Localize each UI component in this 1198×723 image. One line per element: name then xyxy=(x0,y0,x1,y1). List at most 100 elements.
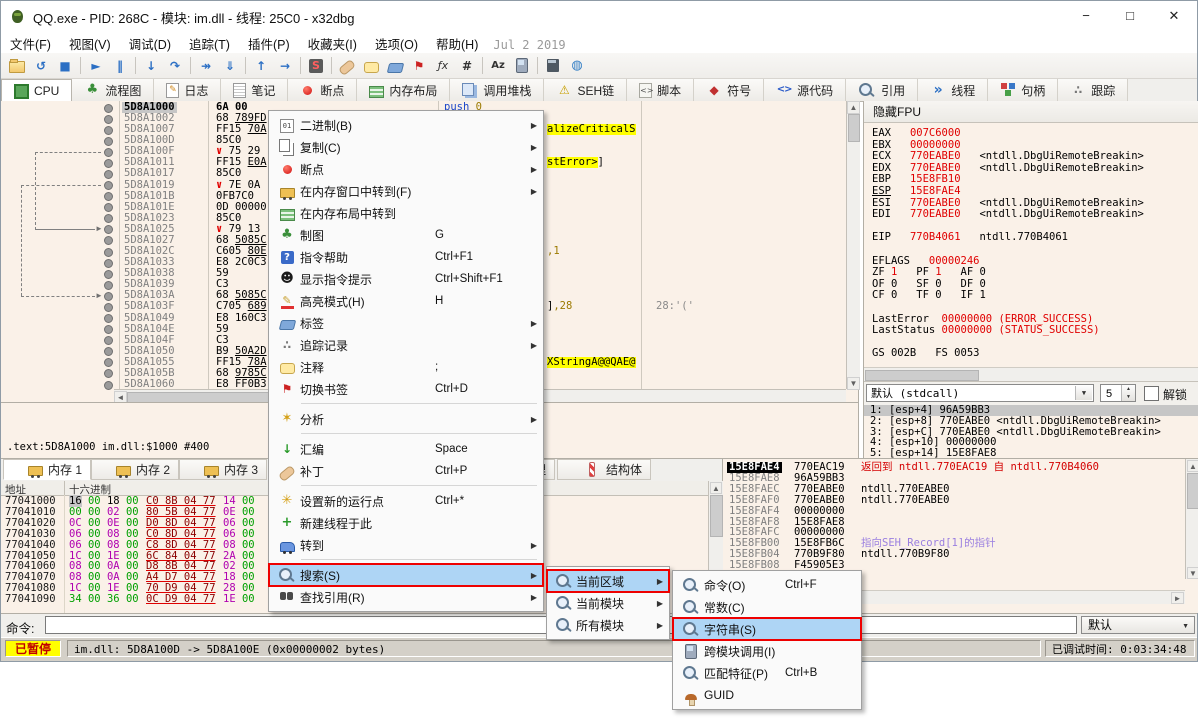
tab-符号[interactable]: ◆符号 xyxy=(694,79,764,101)
breakpoint-gutter-dot[interactable] xyxy=(104,115,113,124)
context-menu-item-新建线程于此[interactable]: +新建线程于此 xyxy=(269,512,543,534)
tab-断点[interactable]: 断点 xyxy=(288,79,357,101)
title-bar[interactable]: QQ.exe - PID: 268C - 模块: im.dll - 线程: 25… xyxy=(1,1,1197,31)
fx-button[interactable]: ƒx xyxy=(431,55,455,77)
az-button[interactable]: Az xyxy=(486,55,510,77)
breakpoint-gutter-dot[interactable] xyxy=(104,170,113,179)
stack-row[interactable]: 15E8FAEC770EABE0ntdll.770EABE0 xyxy=(723,484,1185,495)
arg-count-stepper[interactable]: 5 ▲▼ xyxy=(1100,384,1136,402)
calculator-button[interactable] xyxy=(541,55,565,77)
scylla-button[interactable]: S xyxy=(304,55,328,77)
context-menu-item-复制C[interactable]: 复制(C)▶ xyxy=(269,136,543,158)
scope-submenu-item-当前模块[interactable]: 当前模块▶ xyxy=(547,592,669,614)
scroll-up-icon[interactable]: ▲ xyxy=(847,101,860,114)
patch-button[interactable] xyxy=(335,55,359,77)
execute-till-return-button[interactable]: ↠ xyxy=(194,55,218,77)
stepper-arrows-icon[interactable]: ▲▼ xyxy=(1121,385,1135,401)
context-menu-item-在内存窗口中转到F[interactable]: 在内存窗口中转到(F)▶ xyxy=(269,180,543,202)
scope-submenu-item-当前区域[interactable]: 当前区域▶ xyxy=(547,570,669,592)
search-submenu-item-字符串S[interactable]: 字符串(S) xyxy=(673,618,861,640)
scroll-down-icon[interactable]: ▼ xyxy=(1187,567,1198,579)
stack-row[interactable]: 15E8FB04770B9F80ntdll.770B9F80 xyxy=(723,549,1185,560)
scroll-up-icon[interactable]: ▲ xyxy=(710,482,722,494)
breakpoint-gutter-dot[interactable] xyxy=(104,159,113,168)
command-history-select[interactable]: 默认 ▼ xyxy=(1081,616,1195,634)
context-menu-item-标签[interactable]: 标签▶ xyxy=(269,312,543,334)
search-submenu-item-跨模块调用I[interactable]: 跨模块调用(I) xyxy=(673,640,861,662)
phone-button[interactable] xyxy=(510,55,534,77)
memory-vscroll-thumb[interactable] xyxy=(710,495,723,537)
breakpoint-gutter-dot[interactable] xyxy=(104,270,113,279)
breakpoint-gutter-dot[interactable] xyxy=(104,259,113,268)
disasm-vscrollbar[interactable]: ▲ ▼ xyxy=(846,101,860,389)
comment-button[interactable] xyxy=(359,55,383,77)
pause-button[interactable]: ‖ xyxy=(108,55,132,77)
context-menu-item-转到[interactable]: 转到▶ xyxy=(269,534,543,556)
chevron-down-icon[interactable]: ▼ xyxy=(1075,386,1092,400)
hide-fpu-button[interactable]: 隐藏FPU xyxy=(864,101,1198,123)
scroll-down-icon[interactable]: ▼ xyxy=(847,377,860,390)
tab-调用堆栈[interactable]: 调用堆栈 xyxy=(450,79,544,101)
breakpoint-gutter-dot[interactable] xyxy=(104,126,113,135)
breakpoint-gutter-dot[interactable] xyxy=(104,181,113,190)
run-to-user-code-button[interactable]: ⇓ xyxy=(218,55,242,77)
tab-线程[interactable]: »线程 xyxy=(918,79,988,101)
registers-hscroll-thumb[interactable] xyxy=(865,370,979,381)
open-folder-button[interactable] xyxy=(5,55,29,77)
tab-内存布局[interactable]: 内存布局 xyxy=(357,79,450,101)
step-over-button[interactable]: ↷ xyxy=(163,55,187,77)
context-menu-item-显示指令提示[interactable]: ☻显示指令提示Ctrl+Shift+F1 xyxy=(269,268,543,290)
maximize-button[interactable]: □ xyxy=(1108,1,1152,31)
search-submenu-item-命令O[interactable]: 命令(O)Ctrl+F xyxy=(673,574,861,596)
breakpoint-gutter-dot[interactable] xyxy=(104,148,113,157)
run-button[interactable]: ► xyxy=(84,55,108,77)
breakpoint-gutter-dot[interactable] xyxy=(104,303,113,312)
breakpoint-gutter-dot[interactable] xyxy=(104,104,113,113)
tab-跟踪[interactable]: ∴跟踪 xyxy=(1058,79,1128,101)
close-button[interactable]: ✕ xyxy=(1152,1,1196,31)
breakpoint-gutter-dot[interactable] xyxy=(104,248,113,257)
bookmark-button[interactable]: ⚑ xyxy=(407,55,431,77)
context-menu-item-切换书签[interactable]: ⚑切换书签Ctrl+D xyxy=(269,378,543,400)
memory-tab-内存 3[interactable]: 内存 3 xyxy=(179,459,267,480)
breakpoint-gutter-dot[interactable] xyxy=(104,292,113,301)
tab-日志[interactable]: ✎日志 xyxy=(154,79,221,101)
context-menu-item-断点[interactable]: 断点▶ xyxy=(269,158,543,180)
context-menu-item-汇编[interactable]: ↓汇编Space xyxy=(269,438,543,460)
context-menu-item-二进制B[interactable]: 01二进制(B)▶ xyxy=(269,114,543,136)
stack-row[interactable]: 15E8FAF0770EABE0ntdll.770EABE0 xyxy=(723,495,1185,506)
unlock-checkbox[interactable] xyxy=(1144,386,1159,401)
context-menu-item-在内存布局中转到[interactable]: 在内存布局中转到 xyxy=(269,202,543,224)
registers-view[interactable]: 隐藏FPU EAX 007C6000EBX 00000000ECX 770EAB… xyxy=(863,101,1198,458)
context-menu-item-搜索S[interactable]: 搜索(S)▶ xyxy=(269,564,543,586)
search-submenu-item-GUID[interactable]: GUID xyxy=(673,684,861,706)
context-menu-item-高亮模式H[interactable]: ✎高亮模式(H)H xyxy=(269,290,543,312)
context-menu-item-查找引用R[interactable]: 查找引用(R)▶ xyxy=(269,586,543,608)
tab-流程图[interactable]: ♣流程图 xyxy=(72,79,154,101)
tab-引用[interactable]: 引用 xyxy=(846,79,918,101)
globe-button[interactable]: ◍ xyxy=(565,55,589,77)
tab-笔记[interactable]: 笔记 xyxy=(221,79,288,101)
attach-button[interactable]: → xyxy=(273,55,297,77)
context-menu-item-注释[interactable]: 注释; xyxy=(269,356,543,378)
context-menu-item-追踪记录[interactable]: ∴追踪记录▶ xyxy=(269,334,543,356)
search-submenu-item-匹配特征P[interactable]: 匹配特征(P)Ctrl+B xyxy=(673,662,861,684)
breakpoint-gutter-dot[interactable] xyxy=(104,381,113,390)
tab-源代码[interactable]: <>源代码 xyxy=(764,79,846,101)
tab-脚本[interactable]: <>脚本 xyxy=(627,79,694,101)
breakpoint-gutter-dot[interactable] xyxy=(104,314,113,323)
tab-句柄[interactable]: 句柄 xyxy=(988,79,1058,101)
breakpoint-gutter-dot[interactable] xyxy=(104,281,113,290)
registers-hscrollbar[interactable] xyxy=(864,367,1198,381)
disasm-vscroll-thumb[interactable] xyxy=(848,114,860,142)
hash-button[interactable]: # xyxy=(455,55,479,77)
context-menu-item-制图[interactable]: ♣制图G xyxy=(269,224,543,246)
stack-row[interactable]: 15E8FAF815E8FAE8 xyxy=(723,517,1185,528)
stack-row[interactable]: 15E8FAE4770EAC19返回到 ntdll.770EAC19 自 ntd… xyxy=(723,462,1185,473)
step-out-button[interactable]: ↑ xyxy=(249,55,273,77)
context-menu-item-补丁[interactable]: 补丁Ctrl+P xyxy=(269,460,543,482)
context-menu-item-分析[interactable]: ✶分析▶ xyxy=(269,408,543,430)
context-menu-item-指令帮助[interactable]: ?指令帮助Ctrl+F1 xyxy=(269,246,543,268)
call-argument-row[interactable]: 2: [esp+8] 770EABE0 <ntdll.DbgUiRemoteBr… xyxy=(864,416,1198,427)
memory-tab-内存 2[interactable]: 内存 2 xyxy=(91,459,179,480)
